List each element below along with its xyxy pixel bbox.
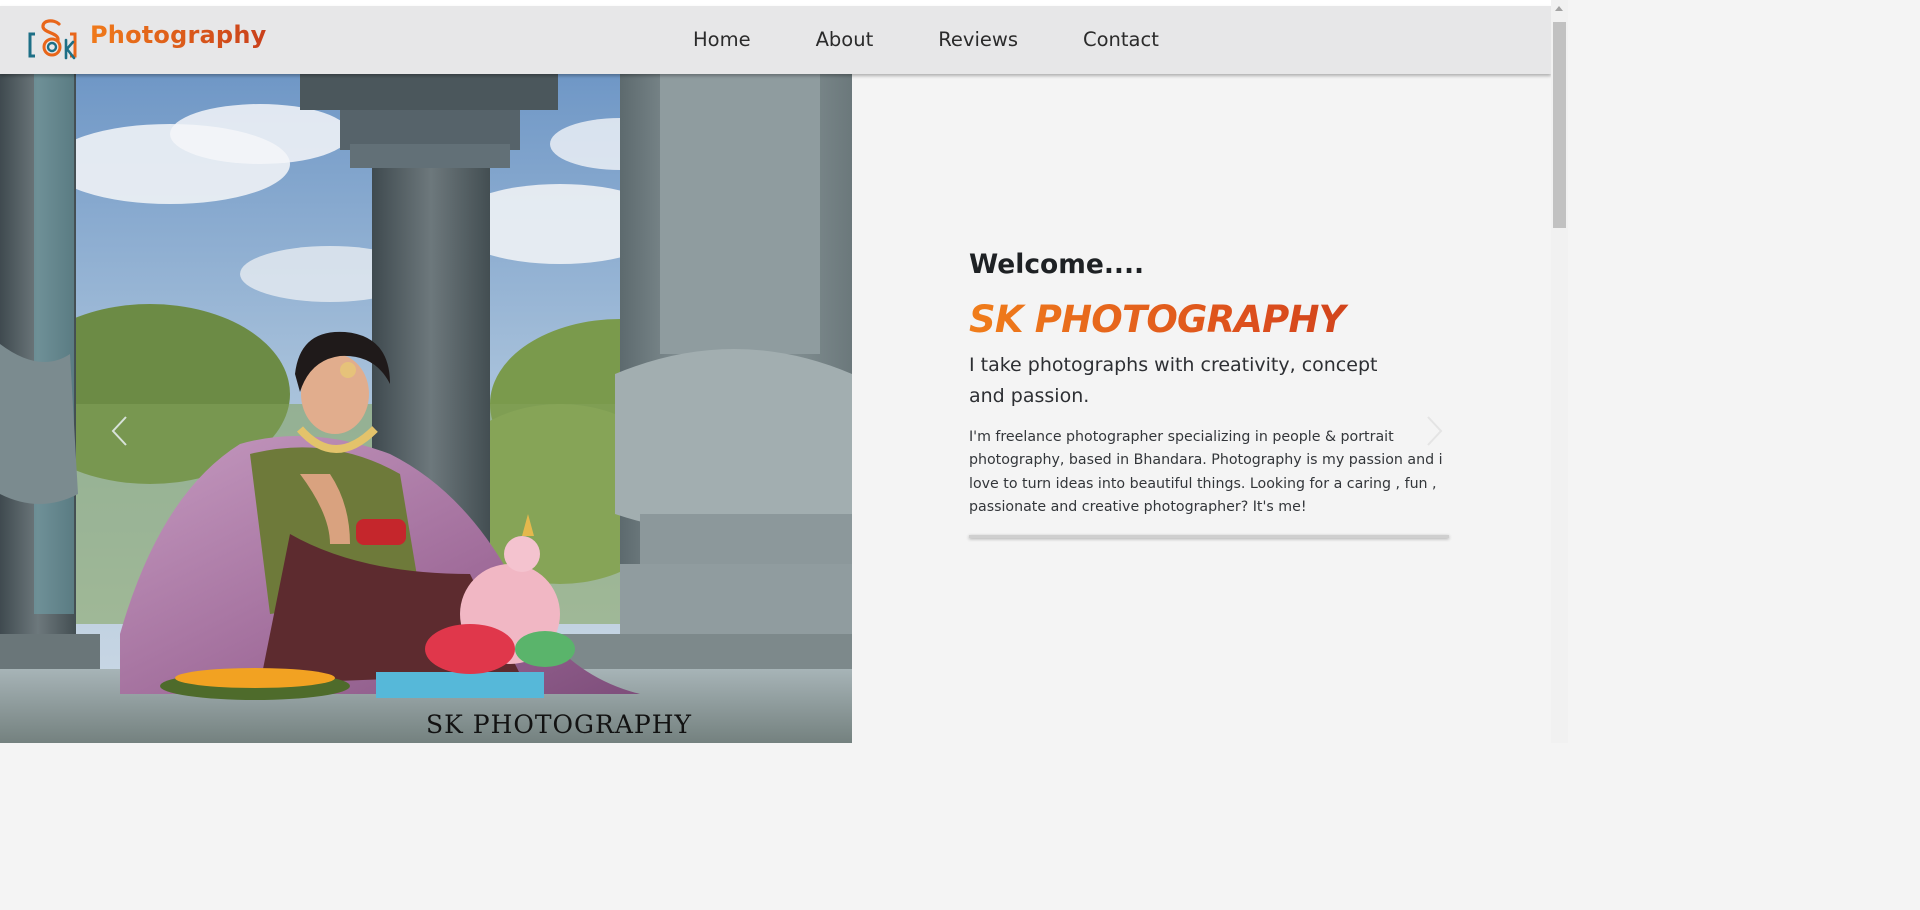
scroll-up-arrow-icon[interactable] [1555, 6, 1563, 11]
bio-paragraph: I'm freelance photographer specializing … [969, 429, 1443, 515]
section-divider [969, 535, 1449, 539]
page-scrollbar[interactable] [1551, 0, 1568, 743]
brand-link[interactable]: Photography [26, 18, 266, 62]
nav-contact[interactable]: Contact [1083, 30, 1159, 50]
photo-watermark: SK PHOTOGRAPHY [426, 710, 693, 739]
sk-logo-icon [28, 19, 77, 60]
tagline: I take photographs with creativity, conc… [969, 354, 1378, 407]
chevron-right-icon[interactable] [1424, 414, 1446, 448]
portrait-photo [0, 74, 852, 743]
nav-home[interactable]: Home [693, 30, 751, 50]
studio-title: SK PHOTOGRAPHY [969, 296, 1451, 344]
hero-carousel-image: SK PHOTOGRAPHY [0, 74, 852, 743]
nav-reviews[interactable]: Reviews [938, 30, 1018, 50]
intro-section: Welcome.... SK PHOTOGRAPHY I take photog… [969, 244, 1451, 539]
chevron-left-icon[interactable] [108, 414, 130, 448]
welcome-heading: Welcome.... [969, 249, 1145, 280]
main-nav: Home About Reviews Contact [693, 6, 1159, 74]
nav-about[interactable]: About [816, 30, 874, 50]
navbar: Photography Home About Reviews Contact [0, 6, 1551, 74]
scroll-thumb[interactable] [1553, 22, 1566, 228]
brand-name: Photography [90, 21, 267, 49]
